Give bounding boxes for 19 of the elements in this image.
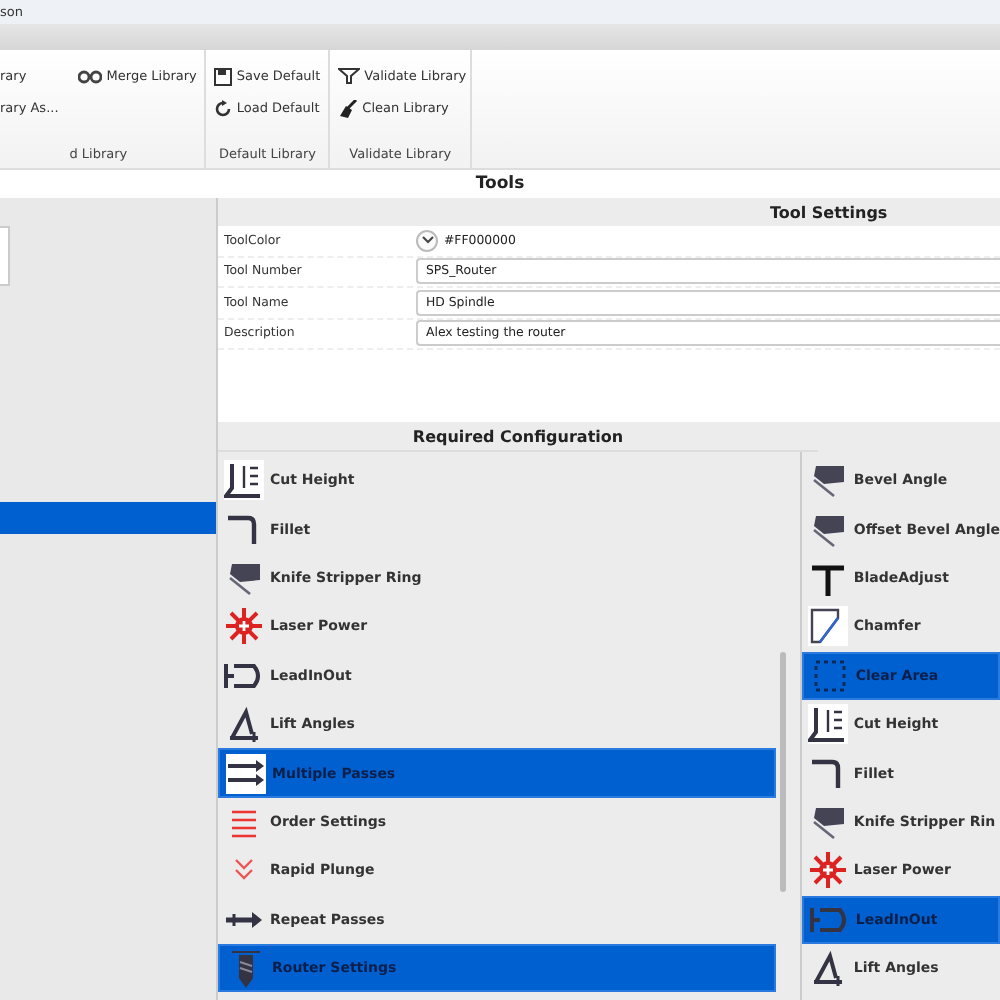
height-gauge-icon bbox=[807, 704, 848, 745]
scrollbar-thumb[interactable] bbox=[780, 652, 787, 892]
section-title: Required Configuration bbox=[412, 427, 624, 445]
drill-icon bbox=[226, 948, 266, 989]
selected-list-row[interactable] bbox=[0, 502, 216, 534]
section-title: Tool Settings bbox=[770, 203, 888, 221]
refresh-icon bbox=[214, 99, 233, 117]
chevron-down-icon bbox=[421, 236, 433, 245]
dropdown-button[interactable] bbox=[416, 229, 438, 252]
brush-icon bbox=[338, 99, 359, 117]
link-icon bbox=[78, 69, 103, 83]
height-gauge-icon bbox=[224, 460, 264, 501]
funnel-icon bbox=[338, 68, 361, 84]
chamfer-icon bbox=[807, 606, 848, 647]
dotted-square-icon bbox=[809, 655, 850, 696]
starburst-icon bbox=[224, 606, 264, 647]
triangle-icon bbox=[224, 704, 264, 745]
section-title: Tools bbox=[475, 174, 525, 194]
starburst-icon bbox=[807, 850, 848, 891]
